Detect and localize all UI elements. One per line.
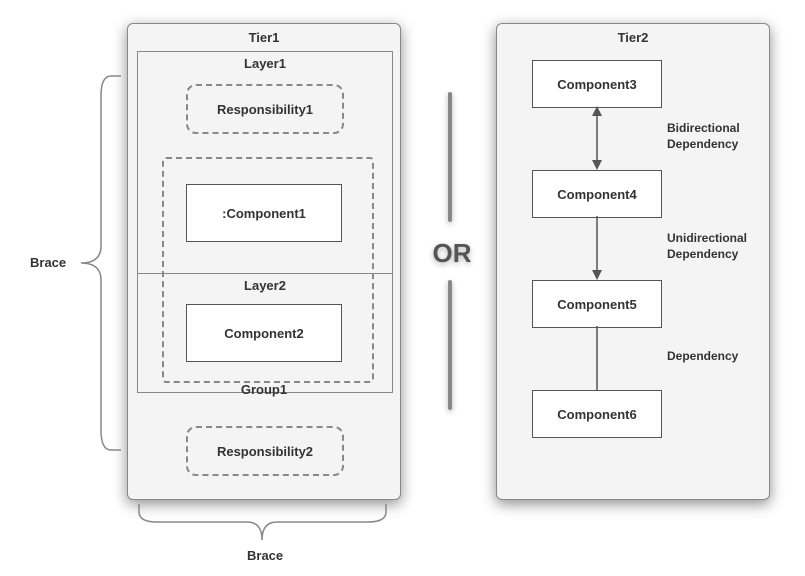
tier2-title: Tier2 [497, 24, 769, 47]
layer1-title: Layer1 [138, 52, 392, 75]
component2-label: Component2 [224, 326, 303, 341]
unidirectional-arrow-icon [592, 216, 602, 280]
brace-left-icon [81, 76, 125, 450]
unidirectional-dep-label: Unidirectional Dependency [667, 231, 747, 262]
brace-left-label: Brace [30, 255, 66, 270]
component4-box: Component4 [532, 170, 662, 218]
responsibility2-label: Responsibility2 [217, 444, 313, 459]
responsibility1-box: Responsibility1 [186, 84, 344, 134]
or-bar-bottom [448, 280, 452, 410]
component3-box: Component3 [532, 60, 662, 108]
bidirectional-dep-line1: Bidirectional [667, 121, 740, 135]
component1-label: :Component1 [222, 206, 306, 221]
plain-line-icon [592, 326, 602, 390]
plain-dep-label: Dependency [667, 349, 738, 365]
responsibility2-box: Responsibility2 [186, 426, 344, 476]
bidirectional-dep-line2: Dependency [667, 137, 738, 151]
group1-label: Group1 [128, 382, 400, 397]
unidirectional-dep-line2: Dependency [667, 247, 738, 261]
component5-box: Component5 [532, 280, 662, 328]
component2-box: Component2 [186, 304, 342, 362]
or-label: OR [432, 238, 472, 269]
bidirectional-arrow-icon [592, 106, 602, 170]
bidirectional-dep-label: Bidirectional Dependency [667, 121, 740, 152]
component3-label: Component3 [557, 77, 636, 92]
or-bar-top [448, 92, 452, 222]
tier2-container: Tier2 Component3 Bidirectional Dependenc… [496, 23, 770, 500]
tier1-title: Tier1 [128, 24, 400, 47]
component6-box: Component6 [532, 390, 662, 438]
tier1-container: Tier1 Layer1 Layer2 Group1 Responsibilit… [127, 23, 401, 500]
component4-label: Component4 [557, 187, 636, 202]
responsibility1-label: Responsibility1 [217, 102, 313, 117]
brace-bottom-icon [139, 504, 386, 544]
component6-label: Component6 [557, 407, 636, 422]
component1-box: :Component1 [186, 184, 342, 242]
unidirectional-dep-line1: Unidirectional [667, 231, 747, 245]
component5-label: Component5 [557, 297, 636, 312]
brace-bottom-label: Brace [247, 548, 283, 563]
